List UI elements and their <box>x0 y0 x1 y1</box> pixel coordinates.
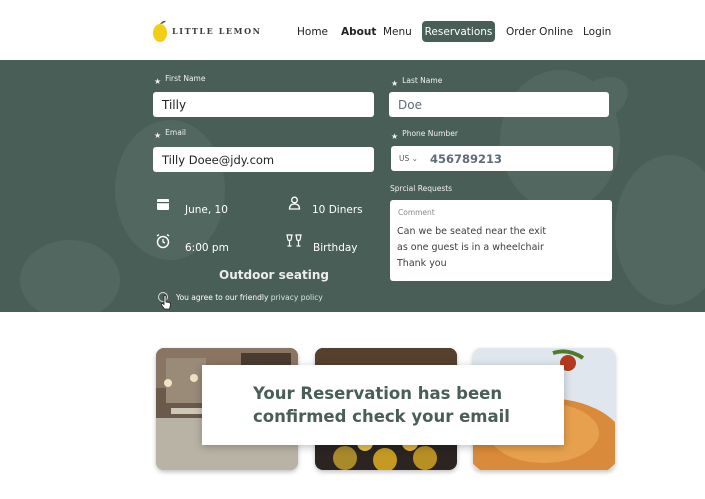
email-value: Tilly Doee@jdy.com <box>162 152 275 167</box>
occasion-value[interactable]: Birthday <box>313 242 358 254</box>
special-requests-textarea[interactable]: Comment Can we be seated near the exit a… <box>390 200 612 281</box>
nav-home[interactable]: Home <box>297 26 328 38</box>
last-name-input[interactable]: Doe <box>389 92 609 117</box>
last-name-value: Doe <box>398 97 422 112</box>
nav-menu[interactable]: Menu <box>383 26 412 38</box>
privacy-policy-link[interactable]: privacy policy <box>271 293 323 302</box>
first-name-value: Tilly <box>162 97 187 112</box>
lemon-icon <box>153 20 167 42</box>
confirmation-message: Your Reservation has been confirmed chec… <box>253 384 510 426</box>
champagne-glasses-icon[interactable] <box>285 233 303 249</box>
hand-cursor-icon <box>160 295 171 310</box>
phone-input[interactable]: US ⌄ 456789213 <box>391 146 613 171</box>
nav-order-online[interactable]: Order Online <box>506 26 573 38</box>
chevron-down-icon: ⌄ <box>411 154 418 163</box>
time-value[interactable]: 6:00 pm <box>185 242 229 254</box>
country-select[interactable]: US ⌄ <box>399 154 418 163</box>
privacy-agree-text: You agree to our friendly privacy policy <box>176 293 323 302</box>
confirmation-dialog: Your Reservation has been confirmed chec… <box>202 365 564 445</box>
comment-text: Can we be seated near the exit as one gu… <box>397 226 547 269</box>
nav-reservations[interactable]: Reservations <box>422 21 495 42</box>
nav-about[interactable]: About <box>341 26 376 38</box>
last-name-label: ★ Last Name <box>391 76 443 88</box>
calendar-icon[interactable] <box>156 197 170 211</box>
special-requests-label: Sprcial Requests <box>390 184 453 193</box>
person-icon[interactable] <box>288 196 301 210</box>
nav-login[interactable]: Login <box>583 26 611 38</box>
phone-label: ★ Phone Number <box>391 129 458 141</box>
logo-text: LITTLE LEMON <box>172 26 262 36</box>
logo[interactable]: LITTLE LEMON <box>151 18 262 44</box>
email-input[interactable]: Tilly Doee@jdy.com <box>153 147 374 172</box>
seating-option[interactable]: Outdoor seating <box>219 268 329 282</box>
top-nav: LITTLE LEMON Home About Menu Reservation… <box>0 0 705 60</box>
diners-value[interactable]: 10 Diners <box>312 204 363 216</box>
comment-placeholder: Comment <box>398 208 435 217</box>
phone-value: 456789213 <box>429 151 502 166</box>
first-name-label: ★ First Name <box>154 74 206 86</box>
reservation-form-section: ★ First Name Tilly ★ Last Name Doe ★ Email … <box>0 60 705 312</box>
email-label: ★ Email <box>154 128 186 140</box>
alarm-clock-icon[interactable] <box>155 233 171 249</box>
first-name-input[interactable]: Tilly <box>153 92 374 117</box>
date-value[interactable]: June, 10 <box>185 204 228 216</box>
